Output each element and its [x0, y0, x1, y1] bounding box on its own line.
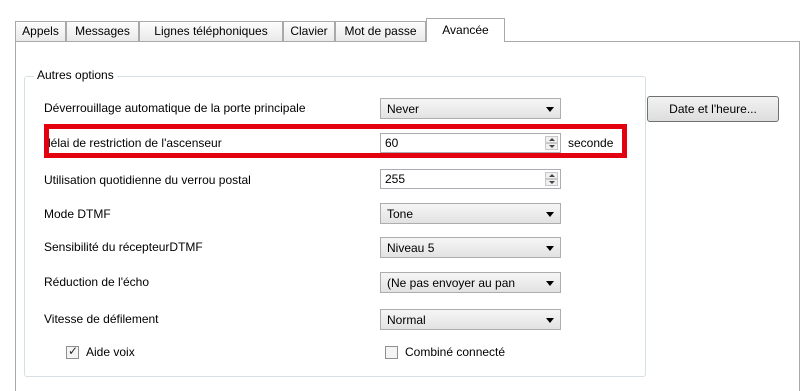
postal-lock-stepper[interactable]: 255: [380, 169, 561, 189]
tab-messages[interactable]: Messages: [66, 21, 139, 41]
spin-up-icon[interactable]: [545, 172, 558, 179]
tab-avancee[interactable]: Avancée: [426, 18, 505, 42]
highlight-box: [44, 124, 627, 158]
dtmf-mode-label: Mode DTMF: [44, 207, 111, 221]
postal-lock-label: Utilisation quotidienne du verrou postal: [44, 173, 251, 187]
door-unlock-value: Never: [387, 102, 420, 116]
dtmf-sensitivity-select[interactable]: Niveau 5: [380, 237, 561, 258]
dropdown-arrow-icon: [546, 107, 554, 112]
tab-mot-de-passe[interactable]: Mot de passe: [335, 21, 426, 41]
scroll-speed-value: Normal: [387, 313, 426, 327]
spin-buttons: [545, 172, 558, 186]
dropdown-arrow-icon: [546, 246, 554, 251]
voice-help-label: Aide voix: [86, 345, 135, 359]
dtmf-sensitivity-label: Sensibilité du récepteurDTMF: [44, 240, 203, 254]
tab-lignes-telephoniques[interactable]: Lignes téléphoniques: [139, 21, 283, 41]
tab-clavier[interactable]: Clavier: [283, 21, 335, 41]
dropdown-arrow-icon: [546, 318, 554, 323]
echo-reduction-select[interactable]: (Ne pas envoyer au pan: [380, 272, 561, 293]
dropdown-arrow-icon: [546, 212, 554, 217]
handset-checkbox[interactable]: [385, 346, 398, 359]
echo-reduction-value: (Ne pas envoyer au pan: [387, 276, 516, 290]
dropdown-arrow-icon: [546, 281, 554, 286]
door-unlock-select[interactable]: Never: [380, 98, 561, 119]
dtmf-mode-select[interactable]: Tone: [380, 203, 561, 224]
other-options-group: [24, 76, 646, 377]
date-time-button[interactable]: Date et l'heure...: [647, 96, 779, 122]
dtmf-sensitivity-value: Niveau 5: [387, 241, 435, 255]
handset-label: Combiné connecté: [405, 345, 506, 359]
door-unlock-label: Déverrouillage automatique de la porte p…: [44, 101, 306, 115]
scroll-speed-select[interactable]: Normal: [380, 309, 561, 330]
dtmf-mode-value: Tone: [387, 207, 414, 221]
tab-appels[interactable]: Appels: [15, 21, 66, 41]
postal-lock-value: 255: [385, 172, 406, 186]
spin-down-icon[interactable]: [545, 179, 558, 186]
echo-reduction-label: Réduction de l'écho: [44, 275, 150, 289]
voice-help-checkbox[interactable]: [66, 344, 79, 359]
group-title: Autres options: [34, 68, 117, 82]
scroll-speed-label: Vitesse de défilement: [44, 312, 159, 326]
